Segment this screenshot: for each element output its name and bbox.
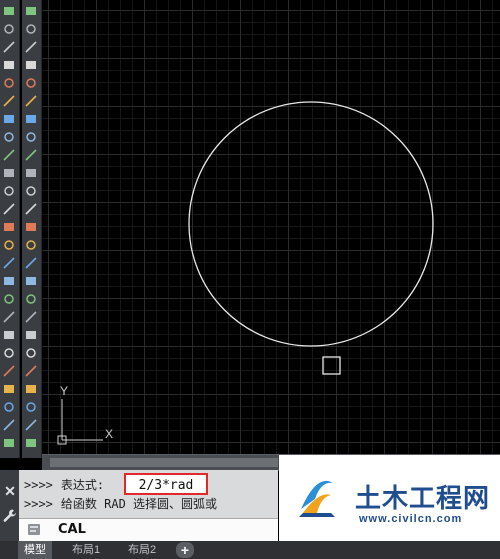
close-icon[interactable]: ✕ bbox=[4, 484, 16, 498]
rectangle-icon[interactable] bbox=[24, 58, 38, 72]
revcloud-icon[interactable] bbox=[2, 22, 16, 36]
snap-quadrant-icon[interactable] bbox=[24, 256, 38, 270]
new-file-icon[interactable] bbox=[24, 4, 38, 18]
circle-entity[interactable] bbox=[188, 101, 434, 347]
redo-icon[interactable] bbox=[24, 418, 38, 432]
command-window-handle[interactable]: ✕ bbox=[0, 470, 19, 542]
wrench-icon[interactable] bbox=[2, 508, 17, 523]
construction-line-icon[interactable] bbox=[24, 40, 38, 54]
xline-icon[interactable] bbox=[24, 22, 38, 36]
move-icon[interactable] bbox=[2, 364, 16, 378]
draw-toolbar bbox=[0, 0, 20, 458]
explode-icon[interactable] bbox=[24, 436, 38, 450]
line-icon[interactable] bbox=[2, 112, 16, 126]
polygon-icon[interactable] bbox=[24, 76, 38, 90]
block-insert-icon[interactable] bbox=[2, 76, 16, 90]
layout-tabs: 模型 布局1 布局2 + bbox=[0, 541, 500, 559]
layer-icon[interactable] bbox=[2, 256, 16, 270]
drawing-area[interactable]: Y X bbox=[42, 0, 500, 454]
offset-icon[interactable] bbox=[2, 328, 16, 342]
stretch-icon[interactable] bbox=[2, 418, 16, 432]
snap-perpendicular-icon[interactable] bbox=[24, 292, 38, 306]
ucs-y-label: Y bbox=[60, 384, 68, 398]
snap-midpoint-icon[interactable] bbox=[24, 202, 38, 216]
command-history-line: >>>> 给函数 RAD 选择圆、圆弧或 bbox=[24, 497, 218, 511]
undo-icon[interactable] bbox=[24, 400, 38, 414]
snap-tangent-icon[interactable] bbox=[24, 274, 38, 288]
watermark: 土木工程网 www.civilcn.com bbox=[279, 455, 500, 541]
highlighted-expression: 2/3*rad bbox=[124, 473, 208, 495]
ellipse-icon[interactable] bbox=[2, 40, 16, 54]
command-input-field[interactable]: CAL bbox=[58, 521, 86, 539]
point-icon[interactable] bbox=[2, 130, 16, 144]
box-icon[interactable] bbox=[24, 166, 38, 180]
tab-layout2[interactable]: 布局2 bbox=[122, 541, 162, 559]
command-window: ✕ >>>> 表达式: >>>> 给函数 RAD 选择圆、圆弧或 2/3*rad C… bbox=[0, 470, 278, 542]
drawing-canvas[interactable]: Y X bbox=[42, 0, 500, 454]
ucs-x-label: X bbox=[105, 427, 113, 441]
snap-center-icon[interactable] bbox=[24, 238, 38, 252]
ucs-icon: Y X bbox=[57, 384, 113, 445]
osnap-settings-icon[interactable] bbox=[24, 382, 38, 396]
command-input-row[interactable]: CAL bbox=[19, 518, 278, 541]
crosshair-pickbox bbox=[322, 356, 341, 375]
table-icon[interactable] bbox=[2, 202, 16, 216]
gradient-icon[interactable] bbox=[2, 166, 16, 180]
command-prompt-icon[interactable] bbox=[27, 523, 41, 536]
snap-endpoint-icon[interactable] bbox=[24, 184, 38, 198]
spline-icon[interactable] bbox=[24, 130, 38, 144]
snap-node-icon[interactable] bbox=[24, 328, 38, 342]
circle-icon[interactable] bbox=[24, 112, 38, 126]
snap-insert-icon[interactable] bbox=[24, 346, 38, 360]
modify-toolbar bbox=[22, 0, 42, 458]
command-history-line: >>>> 表达式: bbox=[24, 478, 105, 492]
ellipse-arc-icon[interactable] bbox=[2, 58, 16, 72]
tab-layout1[interactable]: 布局1 bbox=[66, 541, 106, 559]
snap-intersection-icon[interactable] bbox=[24, 220, 38, 234]
hatch-icon[interactable] bbox=[2, 148, 16, 162]
block-create-icon[interactable] bbox=[2, 94, 16, 108]
polyline-icon[interactable] bbox=[2, 4, 16, 18]
array-icon[interactable] bbox=[2, 346, 16, 360]
region-icon[interactable] bbox=[2, 184, 16, 198]
arc-icon[interactable] bbox=[24, 94, 38, 108]
layer-state-icon[interactable] bbox=[2, 274, 16, 288]
watermark-url: www.civilcn.com bbox=[359, 513, 463, 525]
multiline-text-icon[interactable] bbox=[2, 238, 16, 252]
rotate-icon[interactable] bbox=[2, 382, 16, 396]
add-layout-button[interactable]: + bbox=[176, 542, 194, 558]
copy-icon[interactable] bbox=[2, 292, 16, 306]
snap-parallel-icon[interactable] bbox=[24, 310, 38, 324]
scrollbar-thumb[interactable] bbox=[50, 458, 278, 467]
snap-nearest-icon[interactable] bbox=[24, 364, 38, 378]
properties-icon[interactable] bbox=[2, 436, 16, 450]
mirror-icon[interactable] bbox=[2, 310, 16, 324]
tab-model[interactable]: 模型 bbox=[18, 541, 52, 559]
civilcn-logo-icon bbox=[299, 480, 335, 517]
text-icon[interactable] bbox=[2, 220, 16, 234]
solid-icon[interactable] bbox=[24, 148, 38, 162]
scale-icon[interactable] bbox=[2, 400, 16, 414]
watermark-name: 土木工程网 bbox=[355, 483, 491, 513]
